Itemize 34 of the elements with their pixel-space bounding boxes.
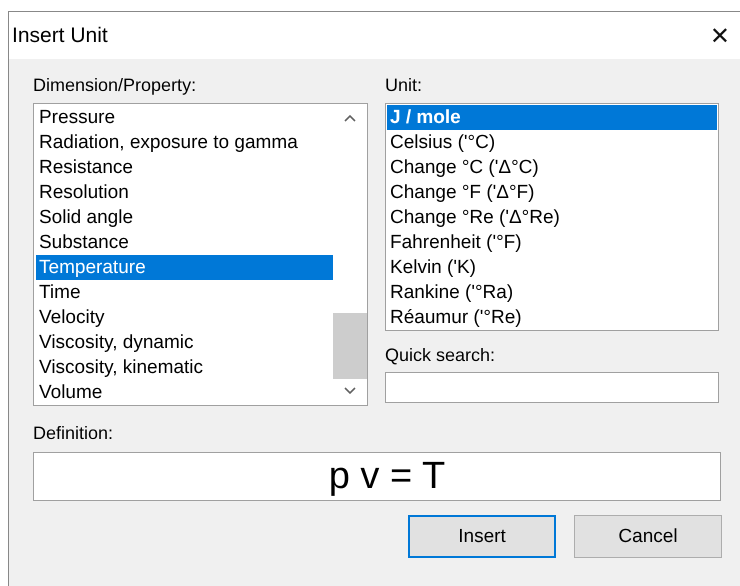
list-item[interactable]: J / mole [387,105,717,130]
quick-search-field[interactable] [385,372,719,403]
list-item[interactable]: Celsius ('°C) [387,130,717,155]
list-item[interactable]: Rankine ('°Ra) [387,280,717,305]
list-item[interactable]: Change °C ('Δ°C) [387,155,717,180]
scroll-up-icon[interactable] [344,114,356,122]
list-item[interactable]: Solid angle [36,205,333,230]
definition-formula: p v = T [328,455,446,498]
list-item[interactable]: Réaumur ('°Re) [387,305,717,330]
dialog-button[interactable]: Cancel [574,515,722,558]
definition-label: Definition: [33,423,114,445]
list-item[interactable]: Resistance [36,155,333,180]
list-item[interactable]: Radiation, exposure to gamma [36,130,333,155]
list-item[interactable]: Resolution [36,180,333,205]
dialog-button[interactable]: Insert [408,515,556,558]
list-item[interactable]: Change °F ('Δ°F) [387,180,717,205]
scroll-down-icon[interactable] [344,387,356,395]
list-item[interactable]: Kelvin ('K) [387,255,717,280]
dimension-label: Dimension/Property: [33,75,198,97]
list-item[interactable]: Substance [36,230,333,255]
close-button[interactable]: ✕ [710,22,730,50]
list-item[interactable]: Time [36,280,333,305]
list-item[interactable]: Viscosity, kinematic [36,355,333,380]
list-item[interactable]: Pressure [36,105,333,130]
list-item[interactable]: Viscosity, dynamic [36,330,333,355]
list-item[interactable]: Fahrenheit ('°F) [387,230,717,255]
list-item[interactable]: Change °Re ('Δ°Re) [387,205,717,230]
window-title: Insert Unit [12,24,108,48]
list-item[interactable]: Volume [36,380,333,405]
list-item[interactable]: Temperature [36,255,333,280]
quick-search-label: Quick search: [385,345,496,367]
scroll-thumb[interactable] [333,313,367,379]
list-item[interactable]: Velocity [36,305,333,330]
unit-label: Unit: [385,75,424,97]
